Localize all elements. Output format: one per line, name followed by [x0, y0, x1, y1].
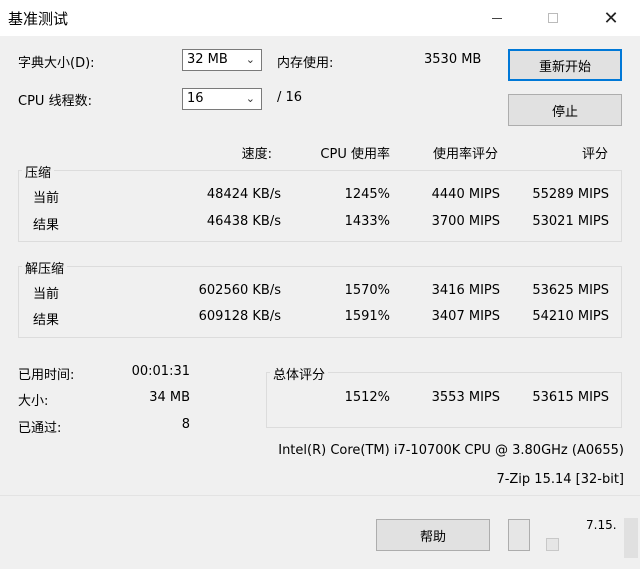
compress-current-cpu: 1245% [344, 187, 390, 202]
header-rating: 评分 [581, 147, 608, 162]
total-rating: 53615 MIPS [532, 390, 609, 405]
decompress-current-rating: 53625 MIPS [532, 283, 609, 298]
decompress-current-cpu: 1570% [344, 283, 390, 298]
maximize-button[interactable] [530, 0, 576, 36]
decompress-group-title: 解压缩 [22, 258, 68, 277]
chevron-down-icon: ⌄ [245, 92, 255, 105]
cpu-threads-total: / 16 [277, 90, 303, 105]
compress-current-rating: 55289 MIPS [532, 187, 609, 202]
elapsed-time-value: 00:01:31 [131, 364, 190, 379]
small-box [546, 538, 559, 551]
blank-button[interactable] [508, 519, 530, 551]
total-cpu: 1512% [344, 390, 390, 405]
dict-size-label: 字典大小(D): [18, 56, 95, 71]
elapsed-time-label: 已用时间: [18, 368, 75, 383]
stop-button-label: 停止 [551, 104, 578, 120]
decompress-current-speed: 602560 KB/s [198, 283, 281, 298]
title-bar: 基准测试 ✕ [0, 0, 640, 36]
corner-block [624, 518, 638, 558]
help-button[interactable]: 帮助 [376, 519, 490, 551]
dict-size-select[interactable]: 32 MB ⌄ [182, 49, 262, 71]
compress-result-rating: 53021 MIPS [532, 214, 609, 229]
stop-button[interactable]: 停止 [508, 94, 622, 126]
corner-watermark: 7.15. [586, 518, 617, 532]
decompress-current-usage-rating: 3416 MIPS [431, 283, 500, 298]
header-usage-rating: 使用率评分 [432, 147, 498, 162]
cpu-threads-label: CPU 线程数: [18, 94, 92, 109]
help-button-label: 帮助 [419, 529, 446, 545]
size-value: 34 MB [149, 390, 190, 405]
restart-button-label: 重新开始 [538, 59, 591, 75]
maximize-icon [548, 13, 558, 23]
window-title: 基准测试 [8, 10, 69, 28]
compress-result-usage-rating: 3700 MIPS [431, 214, 500, 229]
compress-current-label: 当前 [33, 191, 60, 206]
decompress-current-label: 当前 [33, 287, 60, 302]
compress-group [18, 170, 622, 242]
total-rating-title: 总体评分 [270, 364, 329, 383]
memory-usage-label: 内存使用: [277, 56, 334, 71]
passes-label: 已通过: [18, 421, 62, 436]
header-cpu-usage: CPU 使用率 [320, 147, 390, 162]
minimize-icon [492, 17, 502, 19]
size-label: 大小: [18, 394, 49, 409]
decompress-result-rating: 54210 MIPS [532, 309, 609, 324]
compress-current-speed: 48424 KB/s [206, 187, 281, 202]
divider [0, 495, 640, 496]
decompress-result-usage-rating: 3407 MIPS [431, 309, 500, 324]
close-icon: ✕ [603, 7, 619, 29]
passes-value: 8 [181, 417, 190, 432]
compress-result-speed: 46438 KB/s [206, 214, 281, 229]
total-usage-rating: 3553 MIPS [431, 390, 500, 405]
memory-usage-value: 3530 MB [424, 52, 482, 67]
cpu-threads-select[interactable]: 16 ⌄ [182, 88, 262, 110]
cpu-info: Intel(R) Core(TM) i7-10700K CPU @ 3.80GH… [278, 443, 624, 458]
cpu-threads-value: 16 [187, 91, 204, 106]
compress-result-label: 结果 [33, 218, 60, 233]
version-info: 7-Zip 15.14 [32-bit] [496, 472, 624, 487]
restart-button[interactable]: 重新开始 [508, 49, 622, 81]
dict-size-value: 32 MB [187, 52, 228, 67]
decompress-group [18, 266, 622, 338]
compress-current-usage-rating: 4440 MIPS [431, 187, 500, 202]
decompress-result-label: 结果 [33, 313, 60, 328]
compress-result-cpu: 1433% [344, 214, 390, 229]
decompress-result-cpu: 1591% [344, 309, 390, 324]
chevron-down-icon: ⌄ [245, 53, 255, 66]
header-speed: 速度: [241, 147, 272, 162]
minimize-button[interactable] [474, 0, 520, 36]
close-button[interactable]: ✕ [588, 0, 634, 36]
compress-group-title: 压缩 [22, 162, 55, 181]
decompress-result-speed: 609128 KB/s [198, 309, 281, 324]
